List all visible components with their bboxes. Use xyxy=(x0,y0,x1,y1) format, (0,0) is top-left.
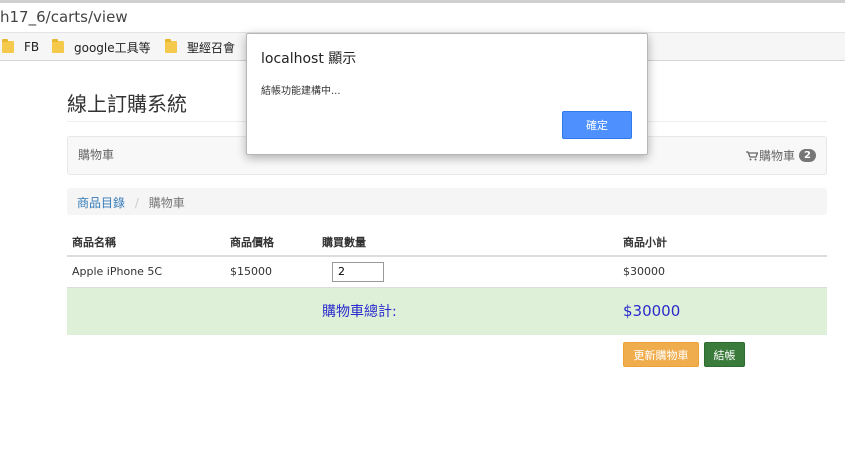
folder-icon xyxy=(52,39,64,53)
header-product-name: 商品名稱 xyxy=(67,228,225,257)
bookmark-fb[interactable]: FB xyxy=(2,38,39,56)
dialog-title: localhost 顯示 xyxy=(261,51,357,67)
url-text[interactable]: h17_6/carts/view xyxy=(0,8,128,26)
cart-icon xyxy=(746,150,759,160)
dialog-ok-button[interactable]: 確定 xyxy=(562,111,632,139)
product-price-cell: $15000 xyxy=(225,255,317,287)
total-row: 購物車總計: $30000 xyxy=(67,286,827,335)
subtotal-cell: $30000 xyxy=(618,255,827,287)
navbar-cart-link[interactable]: 購物車 2 xyxy=(746,147,816,164)
bookmark-church[interactable]: 聖經召會 xyxy=(165,38,235,56)
header-quantity: 購買數量 xyxy=(317,228,618,257)
empty-cell xyxy=(225,286,317,335)
folder-icon xyxy=(165,39,177,53)
quantity-cell xyxy=(317,255,618,287)
page-title: 線上訂購系統 xyxy=(67,92,187,116)
header-subtotal: 商品小計 xyxy=(618,228,827,257)
dialog-message: 結帳功能建構中... xyxy=(261,86,341,97)
total-label: 購物車總計: xyxy=(322,304,397,321)
total-label-cell: 購物車總計: xyxy=(317,286,618,335)
header-product-price: 商品價格 xyxy=(225,228,317,257)
total-value: $30000 xyxy=(623,302,681,321)
bookmark-google-tools[interactable]: google工具等 xyxy=(52,38,151,56)
bookmark-label: FB xyxy=(24,40,40,54)
update-cart-button[interactable]: 更新購物車 xyxy=(623,342,699,367)
product-name-cell: Apple iPhone 5C xyxy=(67,255,225,287)
total-value-cell: $30000 xyxy=(618,286,827,335)
address-bar[interactable]: h17_6/carts/view xyxy=(0,0,845,33)
bookmark-label: 聖經召會 xyxy=(187,40,236,55)
cart-table: 商品名稱 商品價格 購買數量 商品小計 Apple iPhone 5C $150… xyxy=(67,228,827,335)
navbar-brand[interactable]: 購物車 xyxy=(78,146,114,163)
alert-dialog: localhost 顯示 結帳功能建構中... 確定 xyxy=(246,33,648,155)
breadcrumb: 商品目錄 / 購物車 xyxy=(67,188,827,215)
table-row: Apple iPhone 5C $15000 $30000 xyxy=(67,255,827,287)
breadcrumb-current: 購物車 xyxy=(148,196,185,210)
empty-cell xyxy=(67,286,225,335)
bookmark-label: google工具等 xyxy=(74,40,151,55)
table-header-row: 商品名稱 商品價格 購買數量 商品小計 xyxy=(67,228,827,257)
cart-label: 購物車 xyxy=(759,149,796,163)
breadcrumb-separator: / xyxy=(134,196,139,210)
folder-icon xyxy=(2,39,14,53)
quantity-input[interactable] xyxy=(332,261,384,282)
breadcrumb-catalog-link[interactable]: 商品目錄 xyxy=(77,196,125,210)
checkout-button[interactable]: 結帳 xyxy=(704,342,745,367)
cart-count-badge: 2 xyxy=(799,149,816,162)
